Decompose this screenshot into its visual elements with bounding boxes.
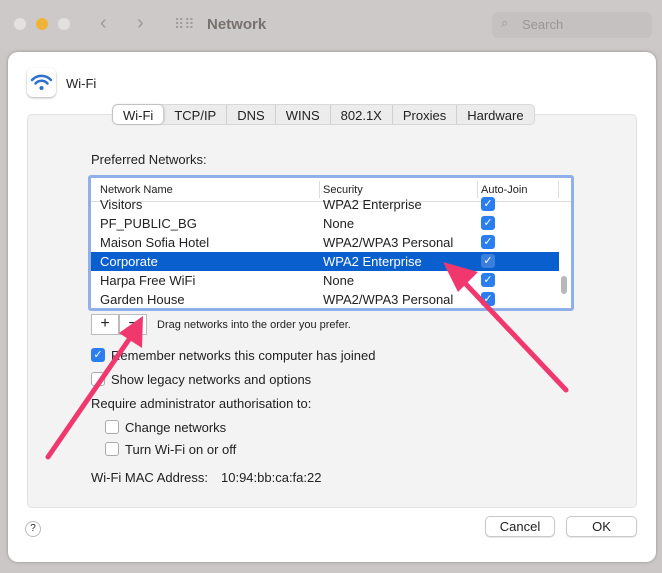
forward-icon[interactable]: › <box>137 12 144 35</box>
cancel-button[interactable]: Cancel <box>485 516 555 537</box>
auto-join-checkbox[interactable]: ✓ <box>481 235 495 249</box>
network-security: None <box>323 273 355 288</box>
help-button[interactable]: ? <box>25 521 41 537</box>
table-row[interactable]: Corporate WPA2 Enterprise ✓ <box>91 252 559 271</box>
grid-icon[interactable]: ⠿⠿ <box>174 16 195 33</box>
change-networks-label: Change networks <box>125 420 227 435</box>
tab-8021x[interactable]: 802.1X <box>331 105 393 124</box>
back-icon[interactable]: ‹ <box>100 12 107 35</box>
minimize-button[interactable] <box>36 18 48 30</box>
mac-address-value: 10:94:bb:ca:fa:22 <box>221 470 322 485</box>
search-input[interactable]: ⌕ Search <box>492 12 652 38</box>
auto-join-checkbox[interactable]: ✓ <box>481 292 495 306</box>
auto-join-checkbox[interactable]: ✓ <box>481 254 495 268</box>
tab-tcpip[interactable]: TCP/IP <box>164 105 228 124</box>
tab-wins[interactable]: WINS <box>276 105 331 124</box>
remember-networks-checkbox[interactable]: ✓ <box>91 348 105 362</box>
service-name: Wi-Fi <box>66 76 97 91</box>
network-security: WPA2 Enterprise <box>323 197 422 212</box>
table-row[interactable]: Visitors WPA2 Enterprise ✓ <box>91 195 559 214</box>
tab-wifi[interactable]: Wi-Fi <box>113 105 165 124</box>
ok-button[interactable]: OK <box>566 516 637 537</box>
network-security: None <box>323 216 355 231</box>
zoom-button[interactable] <box>58 18 70 30</box>
tab-hardware[interactable]: Hardware <box>457 105 533 124</box>
table-row[interactable]: Harpa Free WiFi None ✓ <box>91 271 559 290</box>
require-admin-label: Require administrator authorisation to: <box>91 396 312 411</box>
auto-join-checkbox[interactable]: ✓ <box>481 216 495 230</box>
search-placeholder: Search <box>522 17 564 32</box>
network-name: Corporate <box>100 254 158 269</box>
toggle-wifi-checkbox[interactable] <box>105 442 119 456</box>
tab-dns[interactable]: DNS <box>227 105 276 124</box>
window-title: Network <box>207 16 267 33</box>
table-row[interactable]: Maison Sofia Hotel WPA2/WPA3 Personal ✓ <box>91 233 559 252</box>
scrollbar[interactable] <box>561 276 567 294</box>
network-security: WPA2/WPA3 Personal <box>323 235 454 250</box>
wifi-icon <box>27 68 56 97</box>
toggle-wifi-label: Turn Wi-Fi on or off <box>125 442 237 457</box>
drag-hint: Drag networks into the order you prefer. <box>157 319 351 331</box>
remember-networks-label: Remember networks this computer has join… <box>111 348 376 363</box>
network-security: WPA2/WPA3 Personal <box>323 292 454 307</box>
remove-network-button[interactable]: − <box>119 314 147 335</box>
table-row[interactable]: PF_PUBLIC_BG None ✓ <box>91 214 559 233</box>
search-icon: ⌕ <box>501 15 509 30</box>
legacy-networks-checkbox[interactable] <box>91 372 105 386</box>
toolbar: ‹ › ⠿⠿ Network ⌕ Search <box>0 0 662 50</box>
network-name: Maison Sofia Hotel <box>100 235 210 250</box>
auto-join-checkbox[interactable]: ✓ <box>481 273 495 287</box>
network-name: PF_PUBLIC_BG <box>100 216 197 231</box>
add-network-button[interactable]: + <box>91 314 119 335</box>
auto-join-checkbox[interactable]: ✓ <box>481 197 495 211</box>
network-name: Visitors <box>100 197 143 212</box>
network-name: Garden House <box>100 292 185 307</box>
network-name: Harpa Free WiFi <box>100 273 196 288</box>
tab-bar: Wi-Fi TCP/IP DNS WINS 802.1X Proxies Har… <box>112 104 535 125</box>
network-security: WPA2 Enterprise <box>323 254 422 269</box>
close-button[interactable] <box>14 18 26 30</box>
preferred-networks-label: Preferred Networks: <box>91 152 207 167</box>
change-networks-checkbox[interactable] <box>105 420 119 434</box>
legacy-networks-label: Show legacy networks and options <box>111 372 312 387</box>
table-row[interactable]: Garden House WPA2/WPA3 Personal ✓ <box>91 290 559 308</box>
tab-proxies[interactable]: Proxies <box>393 105 458 124</box>
preferred-networks-table[interactable]: Network Name Security Auto-Join Visitors… <box>88 175 574 311</box>
mac-address-label: Wi-Fi MAC Address: <box>91 470 209 485</box>
